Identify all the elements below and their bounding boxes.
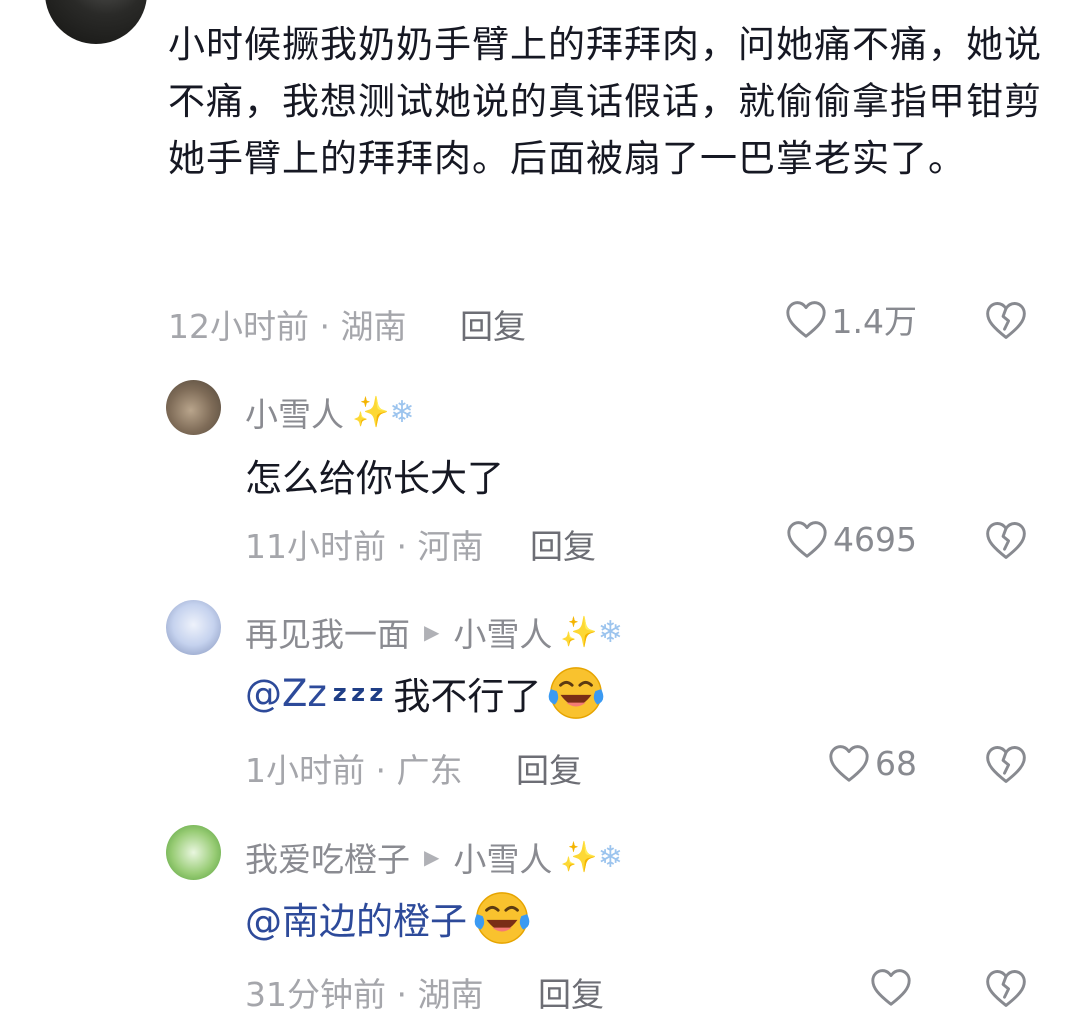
reply-to-username[interactable]: 小雪人: [453, 608, 552, 656]
meta-separator: ·: [386, 975, 418, 1014]
reply-username-3[interactable]: 我爱吃橙子 ▶ 小雪人 ✨ ❄: [245, 833, 623, 881]
reply-text-content: 怎么给你长大了: [245, 457, 504, 500]
reply-text-1: 怎么给你长大了: [245, 448, 504, 502]
reply-reply-button-3[interactable]: 回复: [538, 968, 604, 1016]
reply-like-count: 4695: [833, 519, 917, 559]
sparkles-icon: ✨: [560, 614, 598, 650]
snowflake-icon: ❄: [597, 839, 623, 875]
reply-time: 1小时前: [245, 751, 365, 790]
reply-meta-3: 31分钟前 · 湖南: [245, 968, 483, 1016]
reply-like-count: 68: [875, 743, 917, 783]
reply-username-label: 我爱吃橙子: [245, 840, 410, 879]
comment-like-count: 1.4万: [831, 302, 917, 341]
comment-like-button[interactable]: 1.4万: [784, 297, 917, 341]
sparkles-icon: ✨: [560, 839, 598, 875]
reply-avatar-1[interactable]: [166, 380, 221, 435]
broken-heart-icon[interactable]: [984, 966, 1028, 1010]
reply-username-2[interactable]: 再见我一面 ▶ 小雪人 ✨ ❄: [245, 608, 623, 656]
meta-separator: ·: [309, 307, 341, 346]
reply-text-2: @Zz z z z 我不行了: [245, 664, 605, 722]
play-triangle-icon: ▶: [424, 845, 440, 869]
reply-text-3: @南边的橙子: [245, 889, 531, 947]
reply-reply-button-1[interactable]: 回复: [530, 520, 596, 568]
snowflake-icon: ❄: [597, 614, 623, 650]
sparkles-icon: ✨: [352, 394, 390, 430]
broken-heart-icon[interactable]: [984, 742, 1028, 786]
comment-location: 湖南: [340, 307, 407, 346]
reply-like-button-2[interactable]: 68: [827, 741, 917, 785]
username-emoji-group: ✨ ❄: [560, 840, 623, 875]
reply-like-button-1[interactable]: 4695: [785, 517, 917, 561]
zzz-sleep-icon: z z z: [332, 679, 384, 707]
heart-outline-icon: [787, 521, 827, 558]
laughing-crying-emoji-icon: [549, 667, 604, 719]
meta-separator: ·: [386, 527, 418, 566]
reply-like-button-3[interactable]: [869, 965, 917, 1009]
username-emoji-group: ✨ ❄: [352, 395, 415, 430]
reply-avatar-3[interactable]: [166, 825, 221, 880]
reply-time: 31分钟前: [245, 975, 386, 1014]
reply-text-content: 我不行了: [393, 675, 542, 718]
reply-avatar-2[interactable]: [166, 600, 221, 655]
laughing-crying-emoji-icon: [474, 892, 530, 944]
reply-location: 湖南: [417, 975, 484, 1014]
reply-reply-button-2[interactable]: 回复: [516, 744, 582, 792]
comment-text: 小时候撅我奶奶手臂上的拜拜肉，问她痛不痛，她说不痛，我想测试她说的真话假话，就偷…: [168, 23, 1042, 180]
reply-meta-2: 1小时前 · 广东: [245, 744, 462, 792]
username-emoji-group: ✨ ❄: [560, 615, 623, 650]
comment-meta: 12小时前 · 湖南: [168, 300, 406, 348]
reply-meta-1: 11小时前 · 河南: [245, 520, 483, 568]
reply-to-username[interactable]: 小雪人: [453, 833, 552, 881]
broken-heart-icon[interactable]: [984, 298, 1028, 342]
heart-outline-icon: [785, 301, 826, 338]
comment-time: 12小时前: [168, 307, 309, 346]
reply-username-label: 再见我一面: [245, 615, 410, 654]
play-triangle-icon: ▶: [424, 620, 440, 644]
heart-outline-icon: [829, 745, 869, 782]
reply-time: 11小时前: [245, 527, 386, 566]
broken-heart-icon[interactable]: [984, 518, 1028, 562]
mention-link[interactable]: @Zz: [245, 672, 327, 715]
commenter-avatar[interactable]: [45, 0, 147, 44]
comment-reply-button[interactable]: 回复: [460, 300, 526, 348]
reply-location: 河南: [417, 527, 484, 566]
snowflake-icon: ❄: [389, 394, 415, 430]
mention-link[interactable]: @南边的橙子: [245, 891, 467, 945]
reply-location: 广东: [396, 751, 463, 790]
reply-username-1[interactable]: 小雪人 ✨ ❄: [245, 388, 415, 436]
reply-username-label: 小雪人: [245, 395, 344, 434]
heart-outline-icon: [871, 969, 911, 1006]
meta-separator: ·: [365, 751, 397, 790]
